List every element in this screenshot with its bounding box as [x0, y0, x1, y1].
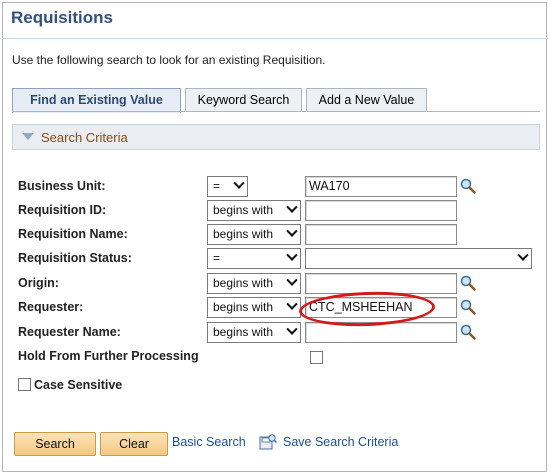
requester-operator-select[interactable]: begins with — [207, 297, 301, 318]
requester-name-operator-select[interactable]: begins with — [207, 322, 301, 343]
business-unit-label: Business Unit: — [18, 179, 106, 193]
requisition-id-operator-value: begins with — [213, 203, 274, 217]
requisition-name-operator-value: begins with — [213, 227, 274, 241]
tab-keyword-search[interactable]: Keyword Search — [185, 88, 302, 112]
hold-processing-checkbox[interactable] — [310, 351, 323, 364]
requester-name-label: Requester Name: — [18, 325, 121, 339]
tab-find-existing-value-label: Find an Existing Value — [30, 93, 163, 107]
chevron-down-icon — [286, 274, 298, 286]
lookup-magnifier-icon[interactable] — [460, 299, 476, 315]
requester-label: Requester: — [18, 300, 84, 314]
search-button[interactable]: Search — [14, 432, 96, 456]
field-row-business-unit: Business Unit: = WA170 — [0, 176, 550, 198]
chevron-down-icon — [286, 298, 298, 310]
requisition-id-label: Requisition ID: — [18, 203, 107, 217]
chevron-down-icon — [286, 201, 298, 213]
chevron-down-icon — [286, 225, 298, 237]
field-row-origin: Origin: begins with — [0, 273, 550, 295]
chevron-down-icon — [286, 323, 298, 335]
basic-search-link[interactable]: Basic Search — [172, 435, 246, 449]
chevron-down-icon — [233, 177, 245, 189]
requester-operator-value: begins with — [213, 300, 274, 314]
tab-add-new-value[interactable]: Add a New Value — [306, 88, 427, 112]
requisition-name-input[interactable] — [305, 224, 457, 245]
origin-operator-value: begins with — [213, 276, 274, 290]
field-row-requisition-status: Requisition Status: = — [0, 248, 550, 270]
tab-find-existing-value[interactable]: Find an Existing Value — [12, 88, 181, 113]
chevron-down-icon — [517, 249, 529, 261]
title-divider — [2, 38, 548, 39]
tab-divider — [12, 111, 540, 112]
field-row-requester: Requester: begins with CTC_MSHEEHAN — [0, 297, 550, 319]
lookup-magnifier-icon[interactable] — [460, 275, 476, 291]
business-unit-input[interactable]: WA170 — [305, 176, 457, 197]
hold-processing-label: Hold From Further Processing — [18, 349, 199, 363]
requisition-status-select[interactable] — [305, 248, 532, 269]
origin-label: Origin: — [18, 276, 59, 290]
instructions-text: Use the following search to look for an … — [12, 53, 326, 67]
chevron-down-icon — [286, 249, 298, 261]
requester-name-operator-value: begins with — [213, 325, 274, 339]
origin-operator-select[interactable]: begins with — [207, 273, 301, 294]
tab-keyword-search-label: Keyword Search — [197, 93, 290, 107]
page-title: Requisitions — [11, 8, 114, 27]
case-sensitive-label: Case Sensitive — [34, 378, 123, 392]
requisition-status-label: Requisition Status: — [18, 251, 132, 265]
requisition-status-operator-value: = — [213, 251, 221, 265]
field-row-hold: Hold From Further Processing — [0, 346, 550, 368]
search-criteria-label: Search Criteria — [41, 130, 128, 145]
search-criteria-header[interactable]: Search Criteria — [12, 124, 540, 150]
origin-input[interactable] — [305, 273, 457, 294]
tab-add-new-value-label: Add a New Value — [318, 93, 415, 107]
clear-button[interactable]: Clear — [100, 432, 168, 456]
requisition-name-label: Requisition Name: — [18, 227, 128, 241]
collapse-arrow-icon[interactable] — [22, 133, 34, 140]
requisition-status-operator-select[interactable]: = — [207, 248, 301, 269]
field-row-requisition-id: Requisition ID: begins with — [0, 200, 550, 222]
case-sensitive-checkbox[interactable] — [18, 378, 31, 391]
save-search-criteria-link[interactable]: Save Search Criteria — [283, 435, 398, 449]
lookup-magnifier-icon[interactable] — [460, 324, 476, 340]
field-row-requisition-name: Requisition Name: begins with — [0, 224, 550, 246]
lookup-magnifier-icon[interactable] — [460, 178, 476, 194]
requisition-id-operator-select[interactable]: begins with — [207, 200, 301, 221]
requisition-id-input[interactable] — [305, 200, 457, 221]
requisition-name-operator-select[interactable]: begins with — [207, 224, 301, 245]
field-row-requester-name: Requester Name: begins with — [0, 322, 550, 344]
business-unit-operator-value: = — [213, 179, 221, 193]
business-unit-operator-select[interactable]: = — [207, 176, 248, 197]
save-search-icon[interactable] — [259, 434, 277, 450]
